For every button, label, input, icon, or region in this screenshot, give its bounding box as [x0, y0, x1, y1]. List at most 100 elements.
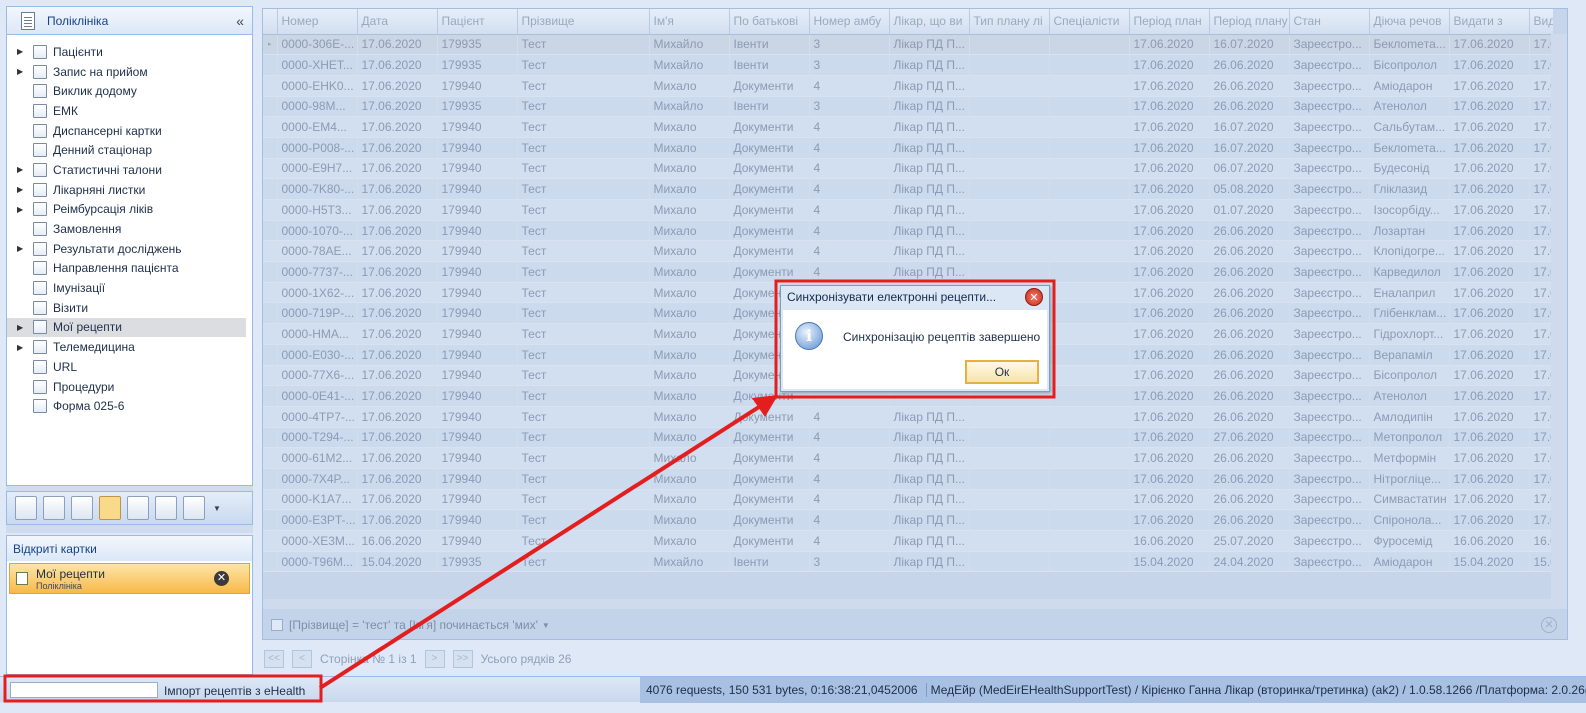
expand-arrow-icon[interactable]: ▶	[17, 185, 33, 194]
clear-filter-icon[interactable]: ✕	[1541, 617, 1557, 633]
nav-item[interactable]: URL	[7, 357, 252, 377]
last-page-button[interactable]: >>	[452, 650, 473, 668]
column-header[interactable]: Номер	[277, 9, 358, 35]
nav-item[interactable]: Замовлення	[7, 219, 252, 239]
table-cell	[969, 158, 1050, 180]
next-page-button[interactable]: >	[424, 650, 445, 668]
prev-page-button[interactable]: <	[292, 650, 312, 668]
table-row[interactable]: 0000-61M2... 17.06.2020 179940 Тест Михало До…	[263, 447, 1553, 469]
expand-arrow-icon[interactable]: ▶	[17, 205, 33, 214]
table-cell: 26.06.2020	[1209, 406, 1290, 428]
column-header[interactable]: Дата	[357, 9, 438, 35]
nav-item[interactable]: ЕМК	[7, 101, 252, 121]
column-header[interactable]: Пацієнт	[437, 9, 518, 35]
table-row[interactable]: 0000-78AE... 17.06.2020 179940 Тест Михало До…	[263, 240, 1553, 263]
table-row[interactable]: 0000-T96M... 15.04.2020 179935 Тест Михайло І…	[263, 551, 1553, 573]
table-row[interactable]: ▸ 0000-306E-... 17.06.2020 179935 Тест Михайл…	[263, 34, 1553, 56]
table-row[interactable]: 0000-XHET... 17.06.2020 179935 Тест Михайло І…	[263, 54, 1553, 76]
nav-item[interactable]: Імунізації	[7, 278, 252, 298]
horizontal-scrollbar[interactable]	[263, 599, 1553, 609]
document-tool-button[interactable]	[15, 496, 37, 520]
table-row[interactable]: 0000-EM4... 17.06.2020 179940 Тест Михало Док…	[263, 116, 1553, 138]
nav-item[interactable]: Виклик додому	[7, 81, 252, 101]
table-row[interactable]: 0000-K1A7... 17.06.2020 179940 Тест Михало До…	[263, 489, 1553, 511]
table-row[interactable]: 0000-T294-... 17.06.2020 179940 Тест Михало Д…	[263, 427, 1553, 449]
expand-arrow-icon[interactable]: ▶	[17, 343, 33, 352]
nav-item[interactable]: ▶ Пацієнти	[7, 42, 252, 62]
table-row[interactable]: 0000-7K80-... 17.06.2020 179940 Тест Михало Д…	[263, 178, 1553, 200]
row-indicator	[263, 137, 278, 159]
column-header[interactable]: По батькові	[729, 9, 810, 35]
prescriptions-tool-button[interactable]	[99, 496, 121, 520]
vertical-scrollbar[interactable]	[1551, 34, 1567, 609]
column-header[interactable]: Спеціалісти	[1049, 9, 1130, 35]
column-header[interactable]: Прізвище	[517, 9, 650, 35]
column-header[interactable]: Діюча речов	[1369, 9, 1450, 35]
nav-item[interactable]: Процедури	[7, 377, 252, 397]
nav-item[interactable]: Направлення пацієнта	[7, 259, 252, 279]
table-cell: Лікар ПД П...	[889, 261, 970, 283]
table-row[interactable]: 0000-E9H7... 17.06.2020 179940 Тест Михало До…	[263, 158, 1553, 180]
first-page-button[interactable]: <<	[264, 650, 284, 668]
table-row[interactable]: 0000-1070-... 17.06.2020 179940 Тест Михало Д…	[263, 220, 1553, 242]
table-cell: Атенолол	[1369, 96, 1450, 118]
table-cell: 4	[809, 261, 890, 283]
table-cell: 17.0	[1529, 54, 1553, 76]
expand-arrow-icon[interactable]: ▶	[17, 323, 33, 332]
table-row[interactable]: 0000-7X4P... 17.06.2020 179940 Тест Михало До…	[263, 468, 1553, 490]
column-header[interactable]: Ім'я	[649, 9, 730, 35]
chevron-down-icon[interactable]: ▼	[213, 504, 221, 513]
nav-item[interactable]: ▶ Запис на прийом	[7, 62, 252, 82]
modules-tool-button[interactable]	[183, 496, 205, 520]
chevron-down-icon[interactable]: ▼	[542, 621, 550, 630]
table-row[interactable]: 0000-EHK0... 17.06.2020 179940 Тест Михало До…	[263, 75, 1553, 97]
calendar-tool-button[interactable]	[43, 496, 65, 520]
table-tool-button[interactable]	[155, 496, 177, 520]
table-row[interactable]: 0000-7737-... 17.06.2020 179940 Тест Михало Д…	[263, 261, 1553, 283]
column-header[interactable]: Стан	[1289, 9, 1370, 35]
table-row[interactable]: 0000-98M... 17.06.2020 179935 Тест Михайло Ів…	[263, 96, 1553, 118]
table-row[interactable]: 0000-E3PT-... 17.06.2020 179940 Тест Михало Д…	[263, 509, 1553, 531]
expand-arrow-icon[interactable]: ▶	[17, 47, 33, 56]
nav-item[interactable]: Візити	[7, 298, 252, 318]
table-cell: Зареєстро...	[1289, 116, 1370, 138]
nav-item[interactable]: ▶ Статистичні талони	[7, 160, 252, 180]
table-row[interactable]: 0000-4TP7-... 17.06.2020 179940 Тест Михало Д…	[263, 406, 1553, 428]
expand-arrow-icon[interactable]: ▶	[17, 67, 33, 76]
nav-item[interactable]: Диспансерні картки	[7, 121, 252, 141]
nav-item-label: Лікарняні листки	[53, 182, 146, 197]
ok-button[interactable]: Ок	[965, 360, 1039, 384]
medical-tool-button[interactable]	[71, 496, 93, 520]
column-header[interactable]: Вида	[1529, 9, 1553, 35]
nav-item[interactable]: Денний стаціонар	[7, 140, 252, 160]
column-header[interactable]: Номер амбу	[809, 9, 890, 35]
table-cell: Документи	[729, 158, 810, 180]
row-indicator	[263, 365, 278, 387]
close-icon[interactable]: ✕	[1025, 288, 1043, 306]
opened-card[interactable]: Мої рецепти Поліклініка ✕	[9, 563, 250, 594]
nav-item[interactable]: ▶ Реімбурсація ліків	[7, 200, 252, 220]
column-header[interactable]: Видати з	[1449, 9, 1530, 35]
collapse-icon[interactable]: «	[236, 13, 244, 29]
table-cell: 17.06.2020	[1449, 447, 1530, 469]
nav-item[interactable]: ▶ Лікарняні листки	[7, 180, 252, 200]
column-header[interactable]: Тип плану лі	[969, 9, 1050, 35]
filter-text[interactable]: [Прізвище] = 'тест' та [Ім'я] починаєтьс…	[289, 618, 538, 632]
table-row[interactable]: 0000-XE3M... 16.06.2020 179940 Тест Михало До…	[263, 530, 1553, 552]
nav-item[interactable]: ▶ Телемедицина	[7, 337, 252, 357]
doctor-tool-button[interactable]	[127, 496, 149, 520]
column-header[interactable]: Період план	[1129, 9, 1210, 35]
column-header[interactable]: Лікар, що ви	[889, 9, 970, 35]
nav-item[interactable]: ▶ Мої рецепти	[7, 317, 246, 338]
nav-item[interactable]: ▶ Результати досліджень	[7, 239, 252, 259]
close-icon[interactable]: ✕	[214, 571, 229, 586]
table-cell: Документи	[729, 220, 810, 242]
expand-arrow-icon[interactable]: ▶	[17, 165, 33, 174]
table-row[interactable]: 0000-H5T3... 17.06.2020 179940 Тест Михало До…	[263, 199, 1553, 221]
table-row[interactable]: 0000-P008-... 17.06.2020 179940 Тест Михало Д…	[263, 137, 1553, 159]
expand-arrow-icon[interactable]: ▶	[17, 244, 33, 253]
filter-checkbox[interactable]	[271, 619, 283, 631]
splitter[interactable]	[6, 525, 253, 533]
nav-item[interactable]: Форма 025-6	[7, 396, 252, 416]
column-header[interactable]: Період плану	[1209, 9, 1290, 35]
